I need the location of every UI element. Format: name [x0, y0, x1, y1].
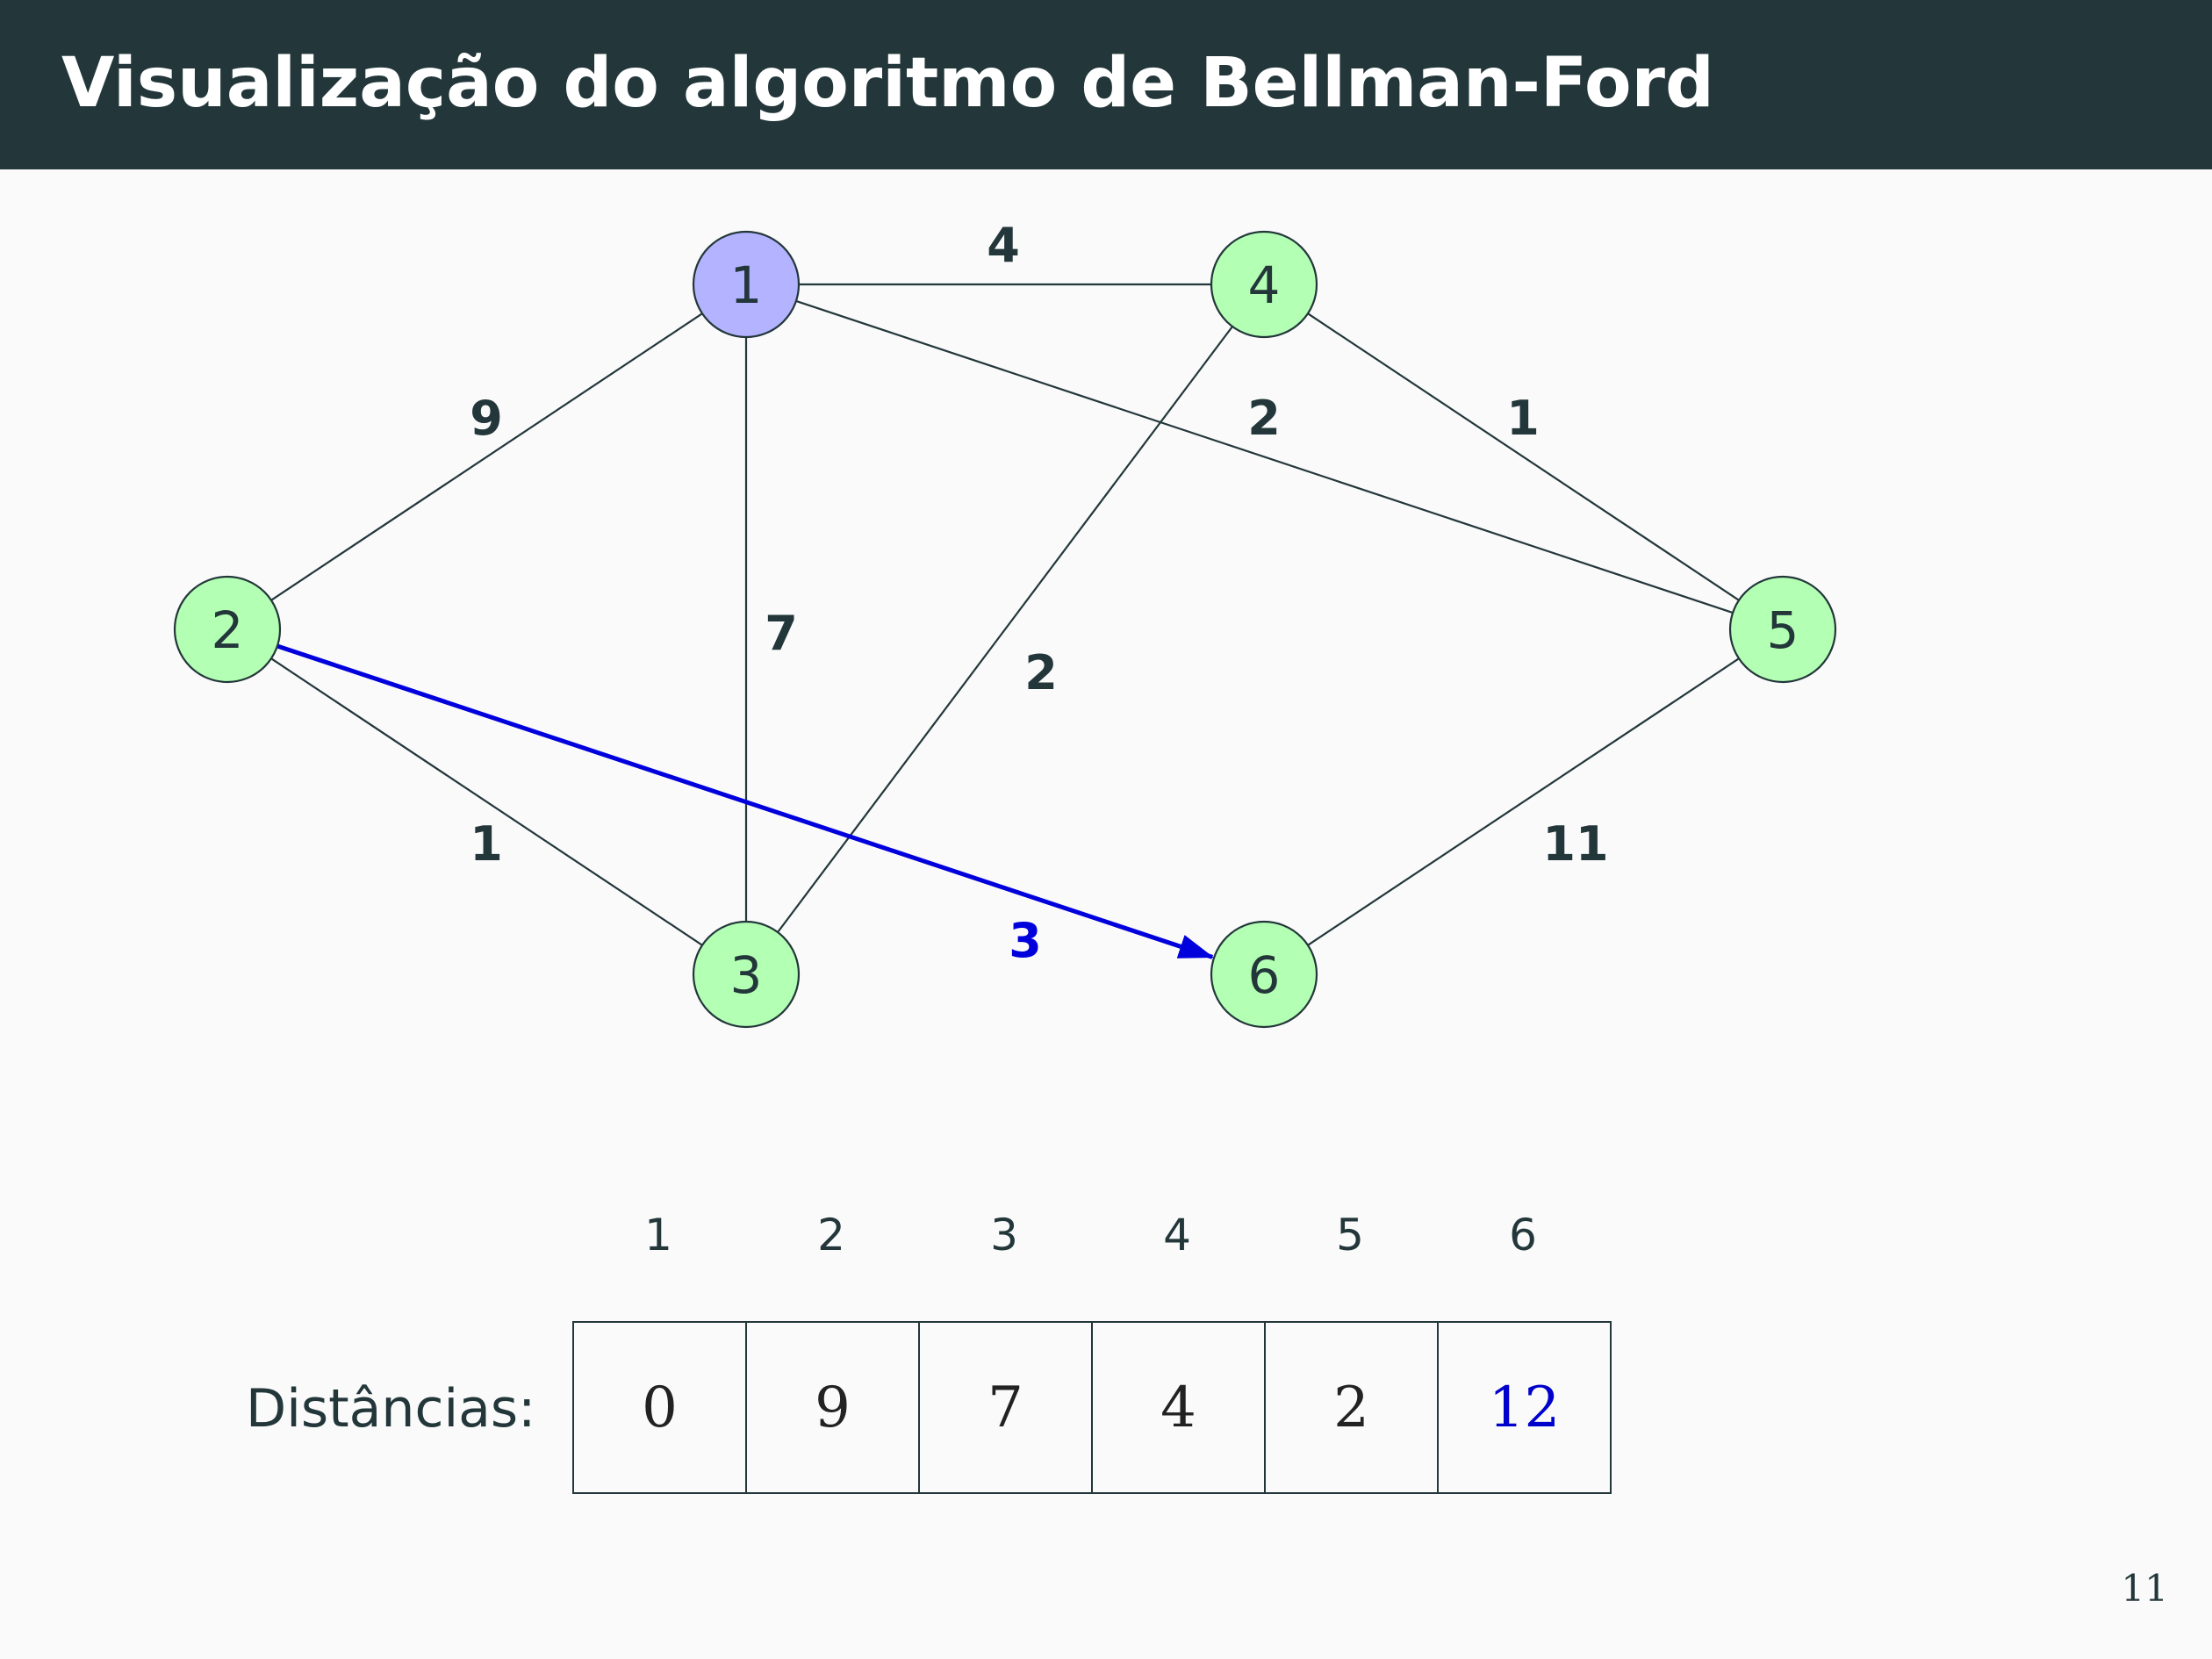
distance-cell-2: 9: [747, 1323, 920, 1492]
node-4: 4: [1210, 230, 1318, 339]
edge-2-6: [276, 643, 1215, 959]
distances-label: Distâncias:: [246, 1378, 536, 1440]
node-label-1: 1: [730, 255, 763, 315]
node-label-4: 4: [1248, 255, 1281, 315]
column-header-3: 3: [990, 1210, 1018, 1260]
column-header-2: 2: [817, 1210, 845, 1260]
column-header-5: 5: [1336, 1210, 1364, 1260]
edge-weight-1-2: 9: [470, 391, 503, 446]
edge-weight-1-4: 4: [987, 218, 1020, 273]
node-2: 2: [173, 575, 282, 684]
distance-cell-5: 2: [1266, 1323, 1439, 1492]
edge-4-3: [777, 326, 1233, 933]
edge-1-2: [270, 312, 703, 601]
edge-weight-4-5: 1: [1506, 391, 1540, 446]
edge-5-6: [1307, 657, 1740, 946]
column-header-1: 1: [644, 1210, 672, 1260]
node-3: 3: [692, 920, 801, 1029]
edge-labels-layer: 4972 121 113: [470, 218, 1608, 968]
node-label-6: 6: [1248, 945, 1281, 1005]
node-6: 6: [1210, 920, 1318, 1029]
node-5: 5: [1728, 575, 1837, 684]
column-header-4: 4: [1163, 1210, 1191, 1260]
page-number: 11: [2121, 1567, 2168, 1610]
column-header-6: 6: [1509, 1210, 1537, 1260]
edge-4-5: [1307, 312, 1740, 601]
edge-weight-2-3: 1: [470, 816, 503, 872]
node-1: 1: [692, 230, 801, 339]
edge-2-3: [270, 657, 703, 946]
edge-weight-2-6: 3: [1009, 913, 1042, 968]
distance-cell-3: 7: [920, 1323, 1093, 1492]
edge-weight-1-5: 2: [1247, 391, 1281, 446]
node-label-2: 2: [212, 600, 244, 660]
distance-cell-4: 4: [1093, 1323, 1266, 1492]
edge-weight-1-3: 7: [765, 606, 798, 661]
edge-weight-4-3: 2: [1024, 645, 1058, 700]
node-label-3: 3: [730, 945, 763, 1005]
edge-1-5: [795, 299, 1734, 614]
edge-weight-5-6: 11: [1542, 816, 1608, 872]
node-label-5: 5: [1767, 600, 1799, 660]
distance-cell-6: 12: [1488, 1375, 1561, 1440]
distances-table: 0 9 7 4 2 12: [572, 1321, 1612, 1494]
distance-cell-1: 0: [574, 1323, 747, 1492]
